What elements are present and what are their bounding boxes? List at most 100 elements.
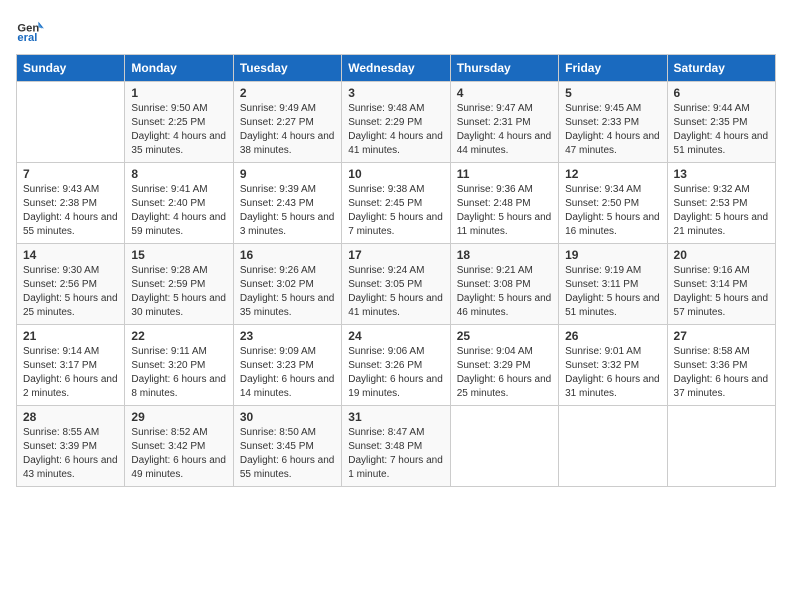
calendar-cell: 16 Sunrise: 9:26 AM Sunset: 3:02 PM Dayl… bbox=[233, 244, 341, 325]
sunrise-text: Sunrise: 9:24 AM bbox=[348, 264, 443, 278]
sunrise-text: Sunrise: 9:47 AM bbox=[457, 102, 552, 116]
sunrise-text: Sunrise: 9:41 AM bbox=[131, 183, 226, 197]
sunrise-text: Sunrise: 9:36 AM bbox=[457, 183, 552, 197]
sunrise-text: Sunrise: 9:06 AM bbox=[348, 345, 443, 359]
daylight-text: Daylight: 6 hours and 37 minutes. bbox=[674, 373, 769, 401]
day-number: 6 bbox=[674, 86, 769, 100]
calendar-cell: 14 Sunrise: 9:30 AM Sunset: 2:56 PM Dayl… bbox=[17, 244, 125, 325]
sunset-text: Sunset: 3:36 PM bbox=[674, 359, 769, 373]
day-number: 9 bbox=[240, 167, 335, 181]
day-info: Sunrise: 9:39 AM Sunset: 2:43 PM Dayligh… bbox=[240, 183, 335, 239]
daylight-text: Daylight: 6 hours and 8 minutes. bbox=[131, 373, 226, 401]
day-number: 14 bbox=[23, 248, 118, 262]
sunrise-text: Sunrise: 8:58 AM bbox=[674, 345, 769, 359]
sunrise-text: Sunrise: 9:49 AM bbox=[240, 102, 335, 116]
calendar-cell: 3 Sunrise: 9:48 AM Sunset: 2:29 PM Dayli… bbox=[342, 82, 450, 163]
day-number: 31 bbox=[348, 410, 443, 424]
sunrise-text: Sunrise: 9:48 AM bbox=[348, 102, 443, 116]
day-info: Sunrise: 9:32 AM Sunset: 2:53 PM Dayligh… bbox=[674, 183, 769, 239]
weekday-header-monday: Monday bbox=[125, 55, 233, 82]
day-info: Sunrise: 9:14 AM Sunset: 3:17 PM Dayligh… bbox=[23, 345, 118, 401]
daylight-text: Daylight: 4 hours and 51 minutes. bbox=[674, 130, 769, 158]
day-info: Sunrise: 9:11 AM Sunset: 3:20 PM Dayligh… bbox=[131, 345, 226, 401]
calendar-cell: 29 Sunrise: 8:52 AM Sunset: 3:42 PM Dayl… bbox=[125, 406, 233, 487]
sunrise-text: Sunrise: 9:44 AM bbox=[674, 102, 769, 116]
day-number: 18 bbox=[457, 248, 552, 262]
calendar-cell: 2 Sunrise: 9:49 AM Sunset: 2:27 PM Dayli… bbox=[233, 82, 341, 163]
sunset-text: Sunset: 2:35 PM bbox=[674, 116, 769, 130]
calendar-cell: 1 Sunrise: 9:50 AM Sunset: 2:25 PM Dayli… bbox=[125, 82, 233, 163]
sunset-text: Sunset: 3:26 PM bbox=[348, 359, 443, 373]
calendar-cell: 11 Sunrise: 9:36 AM Sunset: 2:48 PM Dayl… bbox=[450, 163, 558, 244]
sunset-text: Sunset: 2:59 PM bbox=[131, 278, 226, 292]
sunrise-text: Sunrise: 9:34 AM bbox=[565, 183, 660, 197]
daylight-text: Daylight: 4 hours and 55 minutes. bbox=[23, 211, 118, 239]
day-info: Sunrise: 9:44 AM Sunset: 2:35 PM Dayligh… bbox=[674, 102, 769, 158]
day-info: Sunrise: 8:58 AM Sunset: 3:36 PM Dayligh… bbox=[674, 345, 769, 401]
daylight-text: Daylight: 4 hours and 38 minutes. bbox=[240, 130, 335, 158]
calendar-cell: 26 Sunrise: 9:01 AM Sunset: 3:32 PM Dayl… bbox=[559, 325, 667, 406]
calendar-cell: 6 Sunrise: 9:44 AM Sunset: 2:35 PM Dayli… bbox=[667, 82, 775, 163]
day-number: 21 bbox=[23, 329, 118, 343]
sunset-text: Sunset: 2:25 PM bbox=[131, 116, 226, 130]
weekday-header-sunday: Sunday bbox=[17, 55, 125, 82]
daylight-text: Daylight: 5 hours and 30 minutes. bbox=[131, 292, 226, 320]
day-number: 17 bbox=[348, 248, 443, 262]
day-info: Sunrise: 9:48 AM Sunset: 2:29 PM Dayligh… bbox=[348, 102, 443, 158]
calendar-week-5: 28 Sunrise: 8:55 AM Sunset: 3:39 PM Dayl… bbox=[17, 406, 776, 487]
logo-icon: Gen eral bbox=[16, 16, 44, 44]
day-number: 7 bbox=[23, 167, 118, 181]
daylight-text: Daylight: 6 hours and 31 minutes. bbox=[565, 373, 660, 401]
sunset-text: Sunset: 3:14 PM bbox=[674, 278, 769, 292]
day-number: 4 bbox=[457, 86, 552, 100]
day-info: Sunrise: 9:45 AM Sunset: 2:33 PM Dayligh… bbox=[565, 102, 660, 158]
sunset-text: Sunset: 3:23 PM bbox=[240, 359, 335, 373]
sunrise-text: Sunrise: 9:01 AM bbox=[565, 345, 660, 359]
day-info: Sunrise: 9:21 AM Sunset: 3:08 PM Dayligh… bbox=[457, 264, 552, 320]
calendar-cell: 22 Sunrise: 9:11 AM Sunset: 3:20 PM Dayl… bbox=[125, 325, 233, 406]
daylight-text: Daylight: 5 hours and 3 minutes. bbox=[240, 211, 335, 239]
day-info: Sunrise: 9:34 AM Sunset: 2:50 PM Dayligh… bbox=[565, 183, 660, 239]
sunset-text: Sunset: 3:39 PM bbox=[23, 440, 118, 454]
calendar-cell bbox=[450, 406, 558, 487]
daylight-text: Daylight: 5 hours and 51 minutes. bbox=[565, 292, 660, 320]
day-info: Sunrise: 9:16 AM Sunset: 3:14 PM Dayligh… bbox=[674, 264, 769, 320]
calendar-cell: 13 Sunrise: 9:32 AM Sunset: 2:53 PM Dayl… bbox=[667, 163, 775, 244]
daylight-text: Daylight: 5 hours and 35 minutes. bbox=[240, 292, 335, 320]
sunrise-text: Sunrise: 9:21 AM bbox=[457, 264, 552, 278]
daylight-text: Daylight: 4 hours and 59 minutes. bbox=[131, 211, 226, 239]
sunset-text: Sunset: 3:20 PM bbox=[131, 359, 226, 373]
calendar-cell bbox=[17, 82, 125, 163]
daylight-text: Daylight: 5 hours and 57 minutes. bbox=[674, 292, 769, 320]
daylight-text: Daylight: 5 hours and 21 minutes. bbox=[674, 211, 769, 239]
day-info: Sunrise: 9:06 AM Sunset: 3:26 PM Dayligh… bbox=[348, 345, 443, 401]
day-number: 25 bbox=[457, 329, 552, 343]
sunrise-text: Sunrise: 9:16 AM bbox=[674, 264, 769, 278]
svg-text:eral: eral bbox=[17, 32, 37, 44]
day-number: 8 bbox=[131, 167, 226, 181]
calendar-cell: 12 Sunrise: 9:34 AM Sunset: 2:50 PM Dayl… bbox=[559, 163, 667, 244]
daylight-text: Daylight: 4 hours and 35 minutes. bbox=[131, 130, 226, 158]
calendar-week-1: 1 Sunrise: 9:50 AM Sunset: 2:25 PM Dayli… bbox=[17, 82, 776, 163]
day-info: Sunrise: 9:04 AM Sunset: 3:29 PM Dayligh… bbox=[457, 345, 552, 401]
daylight-text: Daylight: 5 hours and 41 minutes. bbox=[348, 292, 443, 320]
sunrise-text: Sunrise: 9:38 AM bbox=[348, 183, 443, 197]
sunset-text: Sunset: 3:32 PM bbox=[565, 359, 660, 373]
daylight-text: Daylight: 7 hours and 1 minute. bbox=[348, 454, 443, 482]
sunrise-text: Sunrise: 9:50 AM bbox=[131, 102, 226, 116]
day-number: 27 bbox=[674, 329, 769, 343]
sunset-text: Sunset: 2:50 PM bbox=[565, 197, 660, 211]
logo: Gen eral bbox=[16, 16, 48, 44]
sunset-text: Sunset: 3:29 PM bbox=[457, 359, 552, 373]
calendar-cell: 19 Sunrise: 9:19 AM Sunset: 3:11 PM Dayl… bbox=[559, 244, 667, 325]
day-number: 19 bbox=[565, 248, 660, 262]
sunset-text: Sunset: 3:17 PM bbox=[23, 359, 118, 373]
daylight-text: Daylight: 4 hours and 47 minutes. bbox=[565, 130, 660, 158]
day-number: 26 bbox=[565, 329, 660, 343]
sunrise-text: Sunrise: 9:39 AM bbox=[240, 183, 335, 197]
day-number: 29 bbox=[131, 410, 226, 424]
weekday-header-thursday: Thursday bbox=[450, 55, 558, 82]
calendar-cell: 5 Sunrise: 9:45 AM Sunset: 2:33 PM Dayli… bbox=[559, 82, 667, 163]
day-info: Sunrise: 9:49 AM Sunset: 2:27 PM Dayligh… bbox=[240, 102, 335, 158]
sunset-text: Sunset: 3:02 PM bbox=[240, 278, 335, 292]
